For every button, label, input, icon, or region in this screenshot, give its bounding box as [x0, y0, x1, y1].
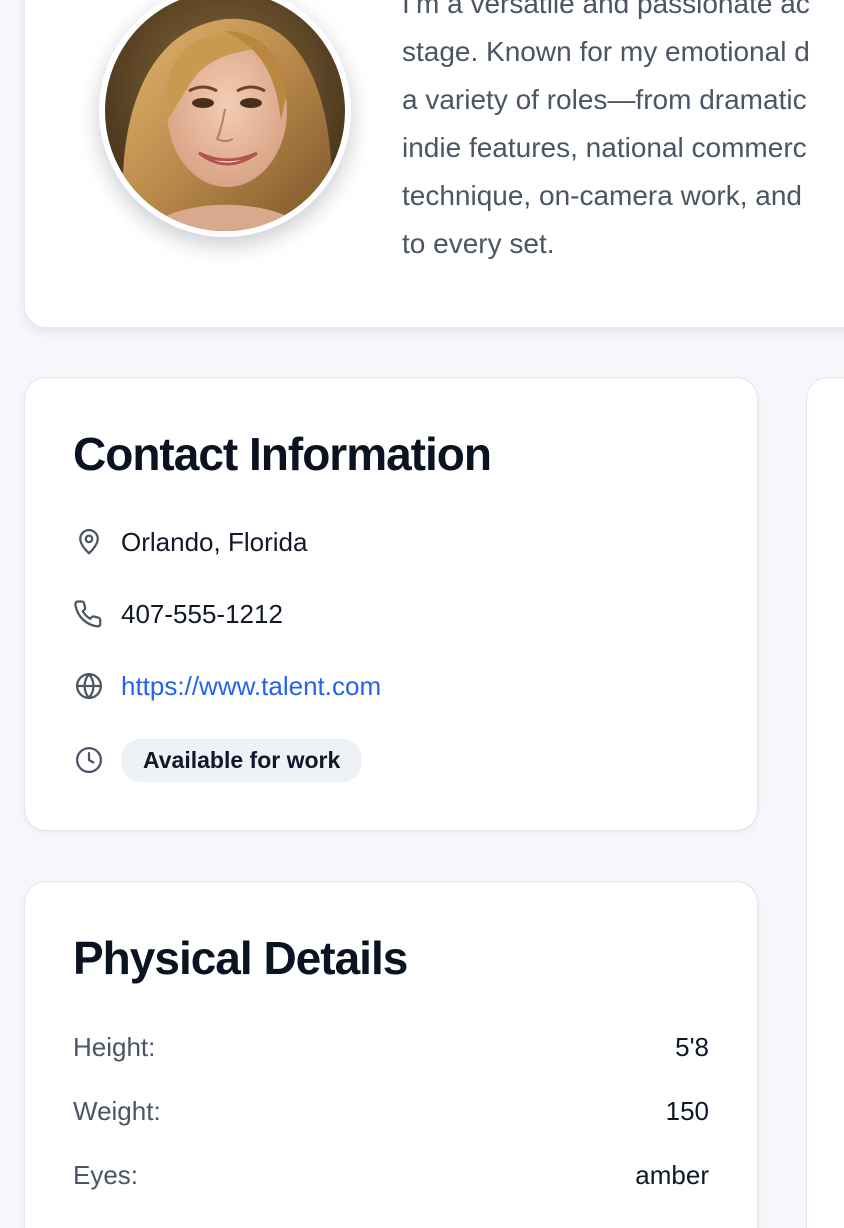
contact-card-title: Contact Information: [73, 428, 492, 480]
phone-row: 407-555-1212: [73, 594, 283, 634]
profile-page: I’m a versatile and passionate ac stage.…: [0, 0, 844, 1228]
avatar: [99, 0, 351, 237]
website-link[interactable]: https://www.talent.com: [121, 671, 381, 702]
phone-icon: [73, 598, 105, 630]
location-text: Orlando, Florida: [121, 526, 308, 557]
location-row: Orlando, Florida: [73, 522, 307, 562]
detail-value: amber: [635, 1159, 709, 1190]
profile-photo: [105, 0, 345, 231]
map-pin-icon: [73, 526, 105, 558]
profile-hero-card: I’m a versatile and passionate ac stage.…: [24, 0, 844, 328]
physical-card-title: Physical Details: [73, 932, 408, 984]
detail-row-height: Height: 5'8: [73, 1027, 709, 1067]
website-row: https://www.talent.com: [73, 666, 381, 706]
globe-icon: [73, 670, 105, 702]
availability-row: Available for work: [73, 738, 363, 782]
contact-information-card: Contact Information Orlando, Florida 407…: [24, 377, 758, 831]
clock-icon: [73, 744, 105, 776]
detail-row-weight: Weight: 150: [73, 1091, 709, 1131]
detail-label: Height:: [73, 1031, 156, 1062]
side-card: [806, 377, 844, 1228]
phone-text: 407-555-1212: [121, 598, 283, 629]
availability-badge: Available for work: [121, 738, 363, 782]
detail-row-eyes: Eyes: amber: [73, 1155, 709, 1195]
detail-label: Eyes:: [73, 1159, 139, 1190]
detail-value: 5'8: [675, 1031, 709, 1062]
physical-details-card: Physical Details Height: 5'8 Weight: 150…: [24, 881, 758, 1228]
detail-label: Weight:: [73, 1095, 161, 1126]
detail-value: 150: [665, 1095, 709, 1126]
bio-text: I’m a versatile and passionate ac stage.…: [402, 0, 810, 259]
